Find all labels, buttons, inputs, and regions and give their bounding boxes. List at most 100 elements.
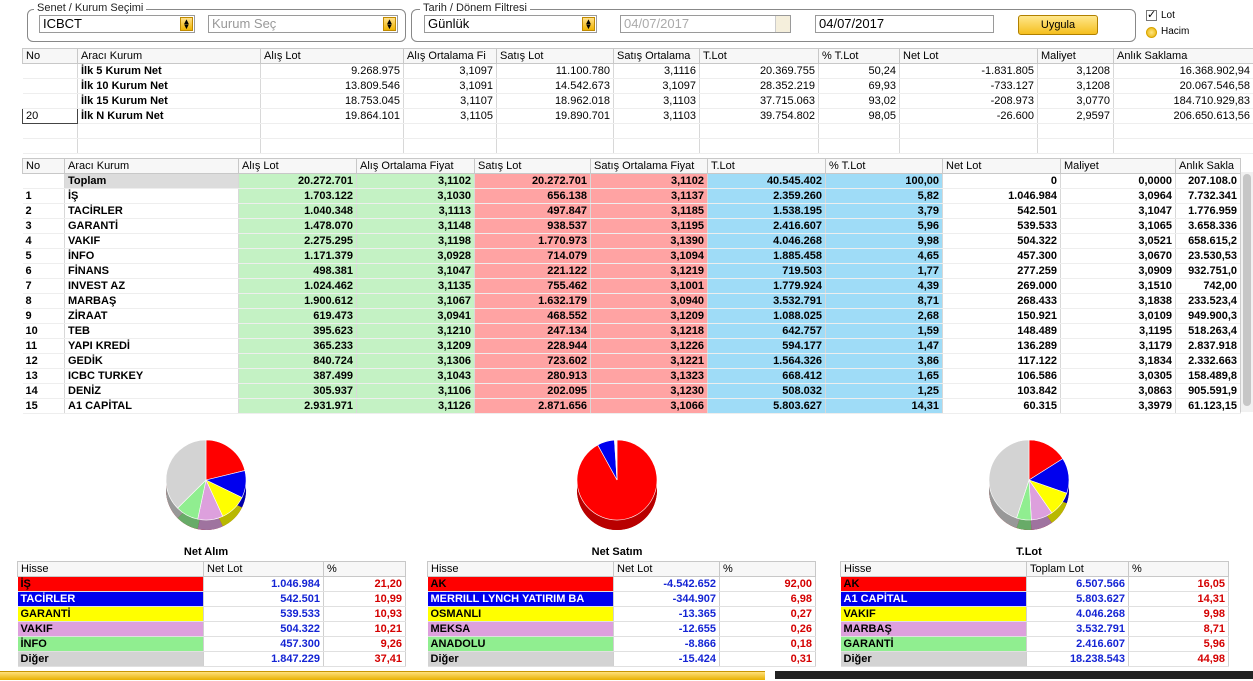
column-header[interactable]: Toplam Lot <box>1026 561 1129 577</box>
table-row[interactable]: İlk 10 Kurum Net 13.809.546 3,1091 14.542.6… <box>22 78 1253 94</box>
chevron-updown-icon[interactable]: ▲ ▼ <box>180 17 193 31</box>
column-header[interactable]: % T.Lot <box>825 158 943 174</box>
table-row[interactable]: Diğer 18.238.543 44,98 <box>840 651 1229 667</box>
table-row[interactable]: MERRILL LYNCH YATIRIM BA -344.907 6,98 <box>427 591 816 607</box>
volume-option-radio[interactable] <box>1146 27 1157 38</box>
lot-cell: -13.365 <box>613 606 720 622</box>
cost-cell: 3,0770 <box>1037 93 1114 109</box>
column-header[interactable]: Net Lot <box>203 561 324 577</box>
table-row[interactable]: 4 VAKIF 2.275.295 3,1198 1.770.973 3,1390 4.04… <box>22 233 1241 249</box>
chevron-updown-icon[interactable]: ▲ ▼ <box>582 17 595 31</box>
table-row[interactable]: İŞ 1.046.984 21,20 <box>17 576 406 592</box>
table-row[interactable]: GARANTİ 539.533 10,93 <box>17 606 406 622</box>
column-header[interactable]: No <box>22 158 65 174</box>
table-row[interactable]: MEKSA -12.655 0,26 <box>427 621 816 637</box>
table-row[interactable]: MARBAŞ 3.532.791 8,71 <box>840 621 1229 637</box>
table-row[interactable]: 11 YAPI KREDİ 365.233 3,1209 228.944 3,1226 59… <box>22 338 1241 354</box>
table-row[interactable]: A1 CAPİTAL 5.803.627 14,31 <box>840 591 1229 607</box>
column-header[interactable]: Satış Ortalama Fiyat <box>590 158 708 174</box>
table-row[interactable]: VAKIF 4.046.268 9,98 <box>840 606 1229 622</box>
total-lot-cell: 594.177 <box>707 338 826 354</box>
column-header[interactable]: Alış Ortalama Fiyat <box>356 158 475 174</box>
table-row[interactable]: 10 TEB 395.623 3,1210 247.134 3,1218 642.757 1,… <box>22 323 1241 339</box>
table-row[interactable]: 2 TACİRLER 1.040.348 3,1113 497.847 3,1185 1.5… <box>22 203 1241 219</box>
table-row[interactable]: VAKIF 504.322 10,21 <box>17 621 406 637</box>
table-row[interactable]: 14 DENİZ 305.937 3,1106 202.095 3,1230 508.032… <box>22 383 1241 399</box>
table-row[interactable]: GARANTİ 2.416.607 5,96 <box>840 636 1229 652</box>
no-cell[interactable]: 20 <box>22 108 78 124</box>
column-header[interactable]: No <box>22 48 78 64</box>
column-header[interactable]: Anlık Saklama <box>1113 48 1253 64</box>
no-cell: 15 <box>22 398 65 414</box>
column-header[interactable]: % <box>1128 561 1229 577</box>
table-row[interactable]: 13 ICBC TURKEY 387.499 3,1043 280.913 3,1323 6… <box>22 368 1241 384</box>
table-row[interactable]: İlk 15 Kurum Net 18.753.045 3,1107 18.962.0… <box>22 93 1253 109</box>
table-row[interactable]: İNFO 457.300 9,26 <box>17 636 406 652</box>
column-header[interactable]: Hisse <box>17 561 204 577</box>
column-header[interactable]: % <box>719 561 816 577</box>
period-select[interactable]: Günlük ▲ ▼ <box>424 15 597 33</box>
no-cell <box>22 63 78 79</box>
column-header[interactable]: Alış Lot <box>260 48 404 64</box>
column-header[interactable]: Alış Ortalama Fi <box>403 48 497 64</box>
table-row[interactable]: 9 ZİRAAT 619.473 3,0941 468.552 3,1209 1.088.0… <box>22 308 1241 324</box>
column-header[interactable]: T.Lot <box>707 158 826 174</box>
table-row[interactable]: 5 İNFO 1.171.379 3,0928 714.079 3,1094 1.885.4… <box>22 248 1241 264</box>
apply-button[interactable]: Uygula <box>1018 15 1098 35</box>
column-header[interactable]: Satış Lot <box>474 158 591 174</box>
total-lot-pct-cell: 98,05 <box>818 108 900 124</box>
scrollbar-thumb[interactable] <box>1243 174 1251 406</box>
horizontal-scrollbar[interactable] <box>0 671 765 680</box>
column-header[interactable]: Aracı Kurum <box>77 48 261 64</box>
table-row[interactable]: 20 İlk N Kurum Net 19.864.101 3,1105 19.890.… <box>22 108 1253 124</box>
table-row[interactable]: 7 INVEST AZ 1.024.462 3,1135 755.462 3,1001 1.… <box>22 278 1241 294</box>
column-header[interactable]: Satış Lot <box>496 48 614 64</box>
lot-option-checkbox[interactable]: ✓ <box>1146 10 1157 21</box>
column-header[interactable]: Net Lot <box>942 158 1061 174</box>
table-row[interactable]: 8 MARBAŞ 1.900.612 3,1067 1.632.179 3,0940 3.5… <box>22 293 1241 309</box>
column-header[interactable]: % <box>323 561 406 577</box>
table-row[interactable]: 12 GEDİK 840.724 3,1306 723.602 3,1221 1.564.3… <box>22 353 1241 369</box>
table-row[interactable]: 1 İŞ 1.703.122 3,1030 656.138 3,1137 2.359.260… <box>22 188 1241 204</box>
table-row[interactable]: TACİRLER 542.501 10,99 <box>17 591 406 607</box>
chevron-updown-icon[interactable]: ▲ ▼ <box>383 17 396 31</box>
start-date-field[interactable]: 04/07/2017 <box>620 15 791 33</box>
end-date-field[interactable]: 04/07/2017 <box>815 15 994 33</box>
column-header[interactable]: Satış Ortalama <box>613 48 700 64</box>
table-row[interactable]: Diğer 1.847.229 37,41 <box>17 651 406 667</box>
institution-select[interactable]: Kurum Seç ▲ ▼ <box>208 15 398 33</box>
total-row[interactable]: Toplam 20.272.701 3,1102 20.272.701 3,1102 40… <box>22 173 1241 189</box>
table-row[interactable]: 15 A1 CAPİTAL 2.931.971 3,1126 2.871.656 3,10… <box>22 398 1241 414</box>
pct-cell: 37,41 <box>323 651 406 667</box>
column-header[interactable]: Hisse <box>840 561 1027 577</box>
total-lot-pct-cell: 14,31 <box>825 398 943 414</box>
broker-table-scrollbar[interactable] <box>1240 172 1253 412</box>
column-header[interactable]: Net Lot <box>613 561 720 577</box>
net-lot-cell: 269.000 <box>942 278 1061 294</box>
table-row[interactable]: 3 GARANTİ 1.478.070 3,1148 938.537 3,1195 2.41… <box>22 218 1241 234</box>
lot-cell: -8.866 <box>613 636 720 652</box>
total-lot-cell: 1.088.025 <box>707 308 826 324</box>
buy-avg-cell: 3,1091 <box>403 78 497 94</box>
custody-cell: 61.123,15 <box>1175 398 1241 414</box>
calendar-dropdown-icon[interactable] <box>775 16 790 32</box>
table-row[interactable]: AK 6.507.566 16,05 <box>840 576 1229 592</box>
custody-cell: 207.108.0 <box>1175 173 1241 189</box>
table-row[interactable]: Diğer -15.424 0,31 <box>427 651 816 667</box>
table-row[interactable]: AK -4.542.652 92,00 <box>427 576 816 592</box>
column-header[interactable]: Alış Lot <box>238 158 357 174</box>
table-row[interactable]: OSMANLI -13.365 0,27 <box>427 606 816 622</box>
column-header[interactable]: Net Lot <box>899 48 1038 64</box>
table-row[interactable]: 6 FİNANS 498.381 3,1047 221.122 3,1219 719.503… <box>22 263 1241 279</box>
column-header[interactable]: % T.Lot <box>818 48 900 64</box>
column-header[interactable]: Aracı Kurum <box>64 158 239 174</box>
column-header[interactable]: Maliyet <box>1060 158 1176 174</box>
column-header[interactable]: Hisse <box>427 561 614 577</box>
column-header[interactable]: Maliyet <box>1037 48 1114 64</box>
table-row[interactable]: ANADOLU -8.866 0,18 <box>427 636 816 652</box>
sell-lot-cell: 11.100.780 <box>496 63 614 79</box>
security-select[interactable]: ICBCT ▲ ▼ <box>39 15 195 33</box>
column-header[interactable]: Anlık Sakla <box>1175 158 1241 174</box>
column-header[interactable]: T.Lot <box>699 48 819 64</box>
table-row[interactable]: İlk 5 Kurum Net 9.268.975 3,1097 11.100.780… <box>22 63 1253 79</box>
